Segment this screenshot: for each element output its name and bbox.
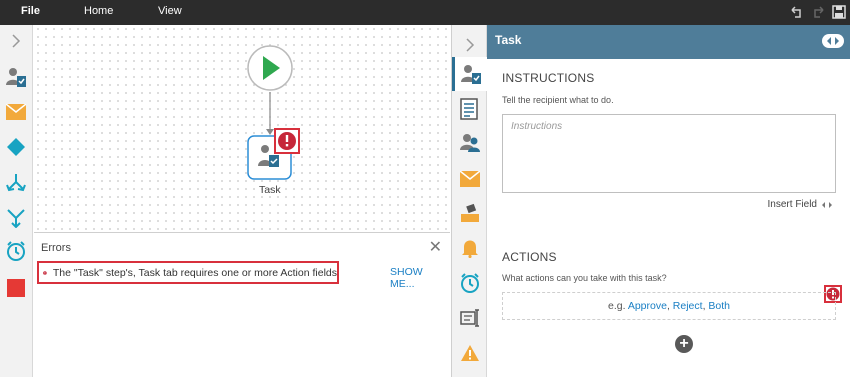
show-me-link[interactable]: SHOW ME...	[390, 266, 450, 290]
chevron-right-icon	[12, 34, 21, 48]
prop-tab-email[interactable]	[452, 162, 487, 196]
error-icon	[43, 270, 47, 275]
task-error-badge[interactable]	[274, 128, 300, 154]
instructions-textarea[interactable]: Instructions	[502, 114, 836, 193]
actions-drop-zone[interactable]: e.g. Approve, Reject, Both	[502, 292, 836, 320]
prop-tab-inbox[interactable]	[452, 196, 487, 230]
prop-tab-form[interactable]	[452, 92, 487, 126]
instructions-title: INSTRUCTIONS	[502, 71, 595, 85]
expand-arrows-icon	[827, 37, 839, 45]
chevron-right-icon	[465, 38, 474, 52]
insert-field-icon	[822, 201, 832, 208]
collapse-panel-button[interactable]	[822, 34, 844, 48]
home-menu[interactable]: Home	[84, 5, 113, 17]
user-task-icon	[6, 68, 26, 87]
diamond-icon	[7, 138, 25, 156]
envelope-icon	[6, 104, 26, 120]
users-icon	[459, 134, 480, 152]
redo-icon[interactable]	[810, 4, 826, 20]
warning-triangle-icon	[460, 345, 479, 361]
merge-arrows-icon	[7, 209, 25, 228]
instructions-placeholder: Instructions	[511, 121, 563, 132]
separator: ,	[702, 300, 706, 312]
stop-square-icon	[7, 279, 25, 297]
add-action-button[interactable]: +	[675, 335, 693, 353]
approve-link[interactable]: Approve	[628, 300, 667, 312]
actions-hint: What actions can you take with this task…	[502, 273, 667, 283]
tool-merge[interactable]	[4, 206, 28, 230]
tool-decision[interactable]	[4, 135, 28, 159]
actions-title: ACTIONS	[502, 250, 557, 264]
split-arrows-icon	[6, 174, 26, 192]
start-node[interactable]	[247, 45, 293, 91]
expand-toolbox-button[interactable]	[4, 29, 28, 53]
prop-tab-participants[interactable]	[452, 126, 487, 160]
errors-pane: Errors ✕ The "Task" step's, Task tab req…	[34, 232, 450, 377]
tool-timer[interactable]	[4, 239, 28, 263]
actions-example-prefix: e.g.	[607, 300, 626, 312]
top-menu-bar: File Home View	[0, 0, 850, 25]
text-field-icon	[459, 309, 479, 327]
property-nav	[451, 25, 487, 377]
prop-tab-escalation[interactable]	[452, 266, 487, 300]
panel-header: Task	[487, 25, 850, 59]
envelope-icon	[459, 171, 480, 187]
properties-panel: INSTRUCTIONS Tell the recipient what to …	[487, 59, 850, 377]
prop-tab-task[interactable]	[452, 57, 487, 91]
toolbox	[0, 25, 33, 377]
error-message: The "Task" step's, Task tab requires one…	[52, 266, 337, 279]
tool-stop[interactable]	[4, 276, 28, 300]
inbox-tray-icon	[460, 203, 479, 222]
task-node-label: Task	[259, 184, 281, 196]
file-menu[interactable]: File	[21, 5, 40, 17]
insert-field-button[interactable]: Insert Field	[768, 199, 833, 210]
save-icon[interactable]	[831, 4, 847, 20]
view-menu[interactable]: View	[158, 5, 182, 17]
connector-arrowhead	[266, 129, 274, 135]
bell-icon	[461, 240, 478, 258]
insert-field-label: Insert Field	[767, 199, 817, 210]
separator: ,	[666, 300, 670, 312]
alarm-clock-icon	[460, 273, 479, 293]
instructions-hint: Tell the recipient what to do.	[502, 95, 614, 105]
user-task-icon	[461, 65, 481, 84]
errors-title: Errors	[41, 242, 71, 254]
close-icon[interactable]: ✕	[429, 237, 442, 257]
prop-tab-notifications[interactable]	[452, 231, 487, 265]
panel-title: Task	[495, 33, 522, 47]
undo-icon[interactable]	[789, 4, 805, 20]
reject-link[interactable]: Reject	[673, 300, 703, 312]
tool-split[interactable]	[4, 171, 28, 195]
tool-email[interactable]	[4, 100, 28, 124]
error-row[interactable]: The "Task" step's, Task tab requires one…	[37, 261, 339, 284]
both-link[interactable]: Both	[708, 300, 730, 312]
prop-tab-data[interactable]	[452, 301, 487, 335]
form-document-icon	[459, 98, 478, 120]
alarm-clock-icon	[7, 241, 25, 261]
workflow-canvas[interactable]: Task	[34, 25, 450, 232]
workflow-diagram	[247, 45, 300, 180]
prop-tab-warnings[interactable]	[452, 336, 487, 370]
tool-task[interactable]	[4, 65, 28, 89]
add-icon: +	[679, 335, 689, 352]
